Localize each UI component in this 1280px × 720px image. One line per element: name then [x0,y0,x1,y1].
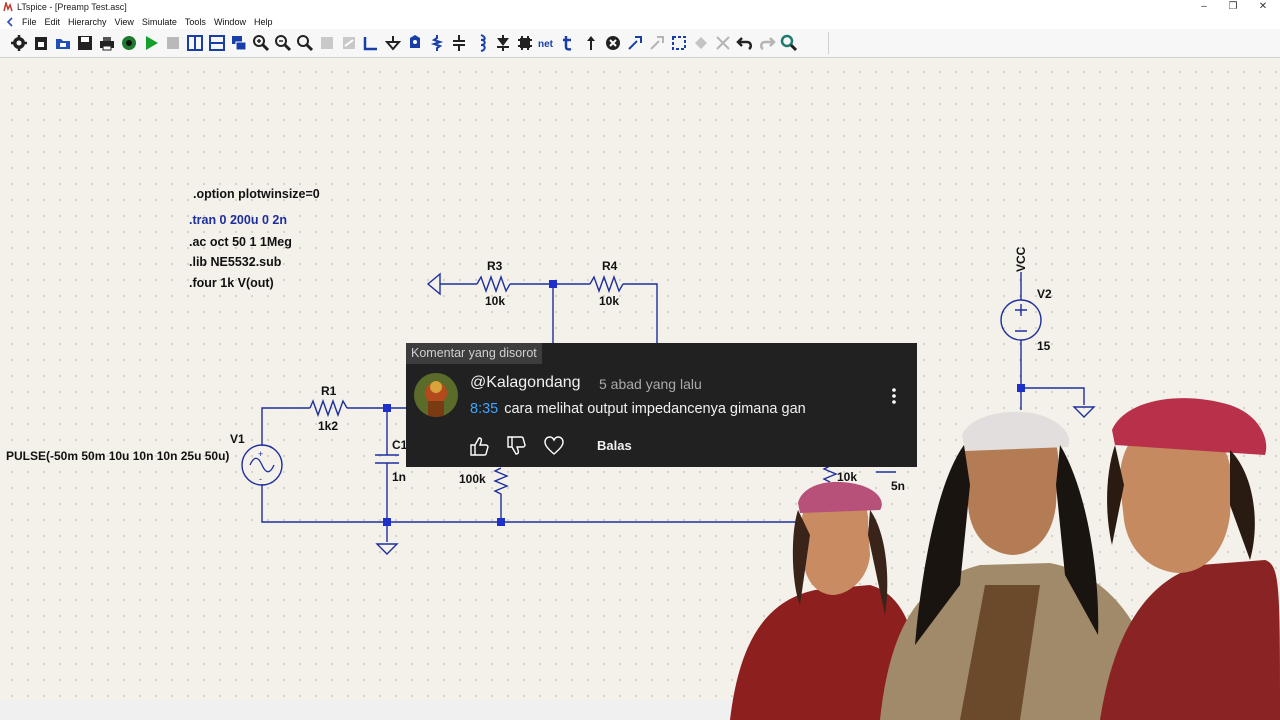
vcc-net-label: VCC [1014,246,1028,272]
heart-icon[interactable] [543,435,565,457]
comment-card-header: Komentar yang disorot [406,343,542,364]
comment-time[interactable]: 5 abad yang lalu [599,376,702,392]
timestamp-link[interactable]: 8:35 [470,401,498,417]
v2-name-label: V2 [1037,287,1052,301]
v1-name-label: V1 [230,432,245,446]
r4-name-label: R4 [602,259,618,273]
r4-value-label: 10k [599,294,619,308]
r4-resistor [589,274,624,294]
v1-value-label: PULSE(-50m 50m 10u 10n 10n 25u 50u) [6,449,229,463]
r3-resistor [476,274,511,294]
svg-text:+: + [258,449,263,459]
r3-value-label: 10k [485,294,505,308]
dislike-icon[interactable] [505,435,527,457]
r3-name-label: R3 [487,259,503,273]
r1-value-label: 1k2 [318,419,338,433]
r1-resistor [309,398,348,418]
svg-text:-: - [259,474,262,484]
wire-r4-right [623,283,658,344]
v2-value-label: 15 [1037,339,1051,353]
junction-node [497,518,505,526]
r-mid-value-label: 100k [459,472,486,486]
reply-button[interactable]: Balas [597,438,632,453]
wire-v1-top [261,407,310,446]
ground-left [375,543,399,555]
people-photo-overlay [730,398,1280,720]
c1-value-label: 1n [392,470,406,484]
output-flag [426,272,441,296]
junction-node [549,280,557,288]
c1-capacitor [375,454,399,464]
r1-name-label: R1 [321,384,337,398]
r-mid-resistor [493,467,509,522]
junction-node [383,404,391,412]
like-icon[interactable] [468,435,490,457]
avatar[interactable] [414,373,458,417]
comment-author[interactable]: @Kalagondang [470,374,581,392]
junction-node [383,518,391,526]
